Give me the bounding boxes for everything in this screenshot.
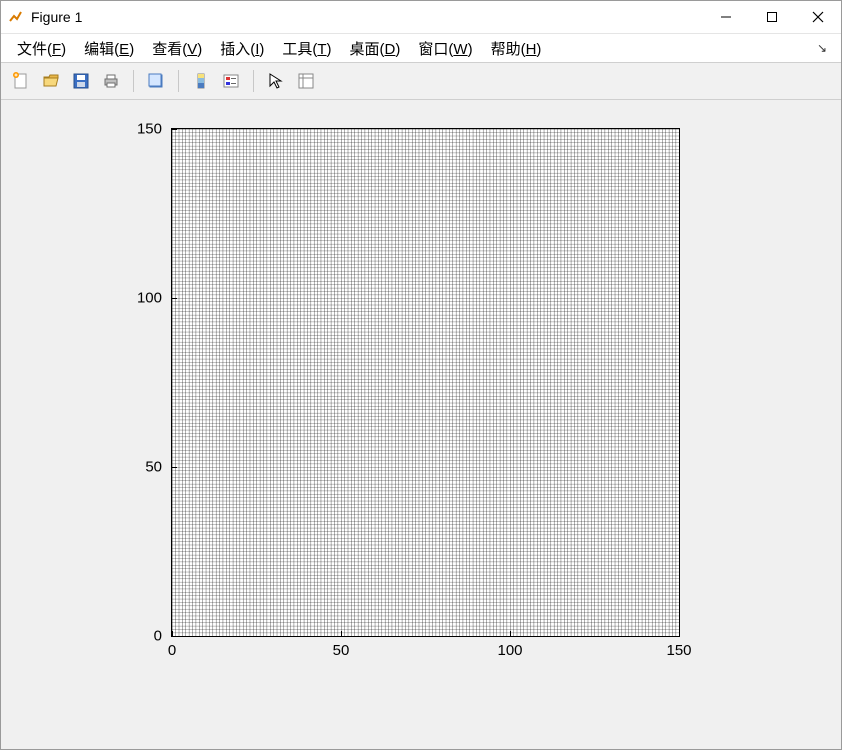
y-tick-label: 50 (145, 459, 172, 476)
close-button[interactable] (795, 1, 841, 33)
property-editor-button[interactable] (292, 67, 320, 95)
edit-plot-button[interactable] (262, 67, 290, 95)
menu-edit[interactable]: 编辑(E) (76, 36, 142, 61)
menu-window[interactable]: 窗口(W) (410, 36, 480, 61)
minimize-button[interactable] (703, 1, 749, 33)
open-button[interactable] (37, 67, 65, 95)
figure-toolbar (1, 62, 841, 100)
matlab-icon (7, 8, 25, 26)
figure-canvas: 0 50 100 150 0 50 100 150 (1, 100, 841, 749)
x-tick-label: 50 (333, 636, 350, 659)
new-figure-button[interactable] (7, 67, 35, 95)
x-tick-label: 100 (498, 636, 523, 659)
title-bar: Figure 1 (1, 1, 841, 34)
menu-tools[interactable]: 工具(T) (274, 36, 339, 61)
toolbar-separator (133, 70, 134, 92)
toolbar-separator (253, 70, 254, 92)
x-tick-label: 0 (168, 636, 176, 659)
toolbar-dropdown-icon[interactable]: ↘ (817, 41, 827, 55)
y-tick-label: 150 (137, 121, 172, 138)
axes[interactable]: 0 50 100 150 0 50 100 150 (171, 128, 680, 637)
toolbar-separator (178, 70, 179, 92)
insert-colorbar-button[interactable] (187, 67, 215, 95)
menu-view[interactable]: 查看(V) (144, 36, 210, 61)
menu-desktop[interactable]: 桌面(D) (342, 36, 409, 61)
mesh-grid (172, 129, 679, 636)
figure-window: Figure 1 文件(F) 编辑(E) 查看(V) 插入(I) 工具(T) 桌… (0, 0, 842, 750)
maximize-button[interactable] (749, 1, 795, 33)
link-plot-button[interactable] (142, 67, 170, 95)
menu-bar: 文件(F) 编辑(E) 查看(V) 插入(I) 工具(T) 桌面(D) 窗口(W… (1, 34, 841, 62)
y-tick-label: 100 (137, 289, 172, 306)
save-button[interactable] (67, 67, 95, 95)
menu-help[interactable]: 帮助(H) (483, 36, 550, 61)
window-title: Figure 1 (31, 9, 82, 25)
x-tick-label: 150 (666, 636, 691, 659)
menu-file[interactable]: 文件(F) (9, 36, 74, 61)
print-button[interactable] (97, 67, 125, 95)
insert-legend-button[interactable] (217, 67, 245, 95)
menu-insert[interactable]: 插入(I) (212, 36, 272, 61)
